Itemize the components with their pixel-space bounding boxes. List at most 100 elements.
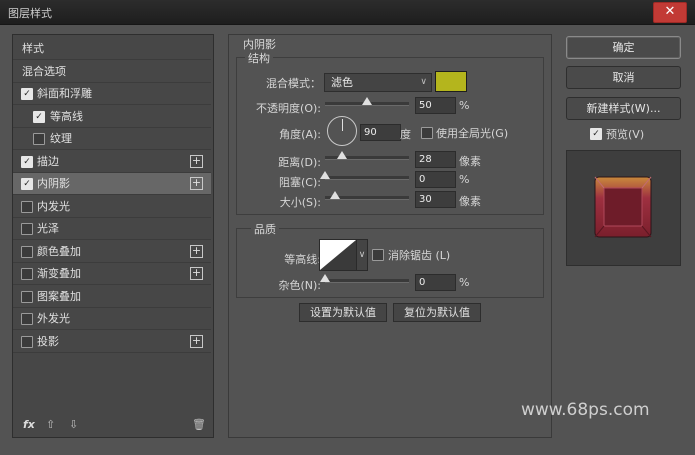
style-list-label: 等高线 bbox=[50, 109, 83, 123]
style-checkbox[interactable] bbox=[21, 223, 33, 235]
style-list-item[interactable]: 外发光 bbox=[13, 308, 211, 330]
window-title: 图层样式 bbox=[8, 7, 52, 20]
style-preview bbox=[566, 150, 681, 266]
style-list-item[interactable]: ✓ 斜面和浮雕 bbox=[13, 83, 211, 105]
style-checkbox[interactable] bbox=[21, 290, 33, 303]
distance-label: 距离(D): bbox=[278, 156, 321, 169]
watermark: www.68ps.com bbox=[521, 400, 650, 420]
style-list-label: 内发光 bbox=[37, 199, 70, 213]
new-style-button[interactable]: 新建样式(W)... bbox=[566, 97, 681, 120]
blend-mode-select[interactable]: 滤色 ∨ bbox=[324, 73, 432, 92]
choke-slider[interactable] bbox=[325, 176, 409, 180]
structure-title: 结构 bbox=[245, 50, 273, 66]
style-list-item[interactable]: 光泽 bbox=[13, 218, 211, 240]
arrow-up-icon[interactable]: ⇧ bbox=[46, 418, 55, 431]
style-list-label: 描边 bbox=[37, 154, 59, 168]
contour-label: 等高线: bbox=[284, 253, 321, 266]
angle-dial[interactable] bbox=[327, 116, 357, 146]
blend-mode-label: 混合模式： bbox=[266, 77, 321, 90]
style-list-item[interactable]: 样式 bbox=[13, 38, 211, 60]
fx-icon[interactable]: fx bbox=[23, 418, 35, 431]
distance-slider-thumb[interactable] bbox=[336, 151, 347, 159]
size-unit: 像素 bbox=[459, 195, 481, 208]
opacity-input[interactable]: 50 bbox=[415, 97, 456, 114]
style-list-footer: fx ⇧ ⇩ 🗑 bbox=[13, 413, 211, 437]
size-input[interactable]: 30 bbox=[415, 191, 456, 208]
style-list: 样式 混合选项 ✓ 斜面和浮雕 ✓ 等高线 纹理 ✓ 描边 + ✓ 内阴影 + 内发光 光泽 颜色叠加 + 渐变叠… bbox=[12, 34, 214, 438]
add-icon[interactable]: + bbox=[190, 177, 203, 190]
opacity-slider-thumb[interactable] bbox=[362, 97, 372, 105]
distance-input[interactable]: 28 bbox=[415, 151, 456, 168]
style-list-item[interactable]: 纹理 bbox=[13, 128, 211, 150]
preview-checkbox[interactable]: ✓ bbox=[590, 128, 602, 140]
reset-default-button[interactable]: 复位为默认值 bbox=[393, 303, 481, 322]
blend-mode-value: 滤色 bbox=[331, 76, 353, 89]
add-icon[interactable]: + bbox=[190, 267, 203, 280]
choke-unit: % bbox=[459, 173, 470, 186]
choke-input[interactable]: 0 bbox=[415, 171, 456, 188]
style-list-item[interactable]: 颜色叠加 + bbox=[13, 241, 211, 263]
add-icon[interactable]: + bbox=[190, 154, 203, 168]
angle-dial-needle bbox=[342, 119, 343, 131]
add-icon[interactable]: + bbox=[190, 334, 203, 348]
add-icon[interactable]: + bbox=[190, 244, 203, 258]
shadow-color-swatch[interactable] bbox=[435, 71, 467, 92]
style-list-item[interactable]: ✓ 描边 + bbox=[13, 151, 211, 173]
style-list-label: 颜色叠加 bbox=[37, 244, 81, 258]
angle-label: 角度(A): bbox=[279, 128, 321, 141]
choke-slider-thumb[interactable] bbox=[320, 171, 330, 179]
style-checkbox[interactable]: ✓ bbox=[21, 88, 33, 100]
contour-dropdown[interactable]: ∨ bbox=[356, 239, 368, 271]
style-checkbox[interactable] bbox=[21, 313, 33, 325]
style-list-item[interactable]: 渐变叠加 + bbox=[13, 263, 211, 285]
trash-icon[interactable]: 🗑 bbox=[192, 418, 206, 431]
choke-label: 阻塞(C): bbox=[279, 176, 321, 189]
style-list-label: 纹理 bbox=[50, 132, 72, 145]
style-list-item[interactable]: 图案叠加 bbox=[13, 286, 211, 308]
contour-preview[interactable] bbox=[319, 239, 357, 271]
noise-unit: % bbox=[459, 276, 470, 289]
angle-unit: 度 bbox=[400, 128, 411, 141]
close-button[interactable]: ✕ bbox=[653, 2, 687, 23]
cancel-button[interactable]: 取消 bbox=[566, 66, 681, 89]
size-slider-thumb[interactable] bbox=[330, 191, 341, 199]
style-checkbox[interactable] bbox=[21, 200, 33, 213]
set-default-button[interactable]: 设置为默认值 bbox=[299, 303, 387, 322]
noise-label: 杂色(N): bbox=[278, 279, 321, 292]
style-list-label: 外发光 bbox=[37, 312, 70, 325]
style-checkbox[interactable] bbox=[21, 245, 33, 258]
style-list-item[interactable]: ✓ 等高线 bbox=[13, 106, 211, 128]
style-list-label: 光泽 bbox=[37, 222, 59, 235]
angle-input[interactable]: 90 bbox=[360, 124, 401, 141]
antialias-checkbox[interactable] bbox=[372, 249, 384, 261]
style-list-item[interactable]: ✓ 内阴影 + bbox=[13, 173, 211, 195]
noise-slider-thumb[interactable] bbox=[320, 274, 330, 282]
contour-curve-icon bbox=[320, 240, 356, 270]
style-checkbox[interactable] bbox=[33, 133, 45, 145]
global-light-checkbox[interactable] bbox=[421, 127, 433, 139]
preview-thumbnail bbox=[594, 176, 652, 238]
style-checkbox[interactable] bbox=[21, 268, 33, 280]
style-checkbox[interactable]: ✓ bbox=[33, 110, 45, 123]
size-label: 大小(S): bbox=[279, 196, 321, 209]
noise-input[interactable]: 0 bbox=[415, 274, 456, 291]
style-checkbox[interactable] bbox=[21, 335, 33, 348]
arrow-down-icon[interactable]: ⇩ bbox=[69, 418, 78, 431]
style-list-label: 样式 bbox=[22, 42, 44, 55]
quality-title: 品质 bbox=[251, 221, 279, 237]
style-checkbox[interactable]: ✓ bbox=[21, 178, 33, 190]
style-list-item[interactable]: 投影 + bbox=[13, 331, 211, 353]
opacity-unit: % bbox=[459, 99, 470, 112]
inner-shadow-panel: 内阴影 结构 混合模式： 滤色 ∨ 不透明度(O): 50 % 角度(A): 9… bbox=[228, 34, 552, 438]
style-list-label: 投影 bbox=[37, 334, 59, 348]
style-list-label: 内阴影 bbox=[37, 177, 70, 190]
chevron-down-icon: ∨ bbox=[358, 250, 366, 260]
style-list-item[interactable]: 混合选项 bbox=[13, 61, 211, 83]
style-checkbox[interactable]: ✓ bbox=[21, 155, 33, 168]
ok-button[interactable]: 确定 bbox=[566, 36, 681, 59]
style-list-label: 图案叠加 bbox=[37, 289, 81, 303]
style-list-label: 混合选项 bbox=[22, 64, 66, 78]
noise-slider[interactable] bbox=[325, 279, 409, 283]
distance-unit: 像素 bbox=[459, 155, 481, 168]
style-list-item[interactable]: 内发光 bbox=[13, 196, 211, 218]
